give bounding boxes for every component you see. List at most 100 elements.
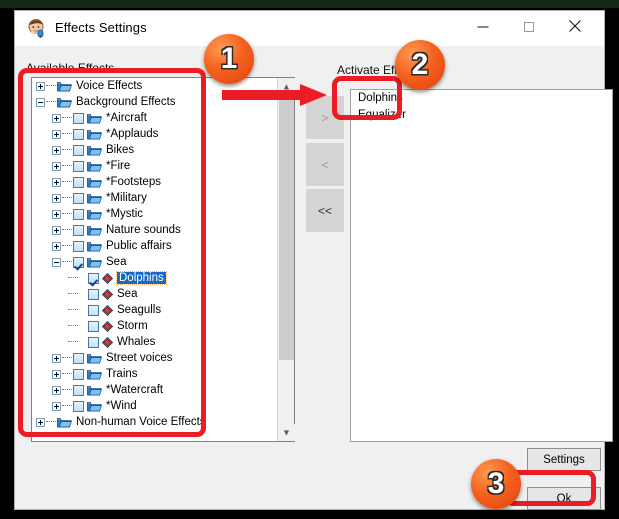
app-face-mic-icon <box>27 19 47 38</box>
collapse-icon[interactable] <box>36 97 45 107</box>
active-effects-list[interactable]: Dolphins Equalizer <box>350 89 613 442</box>
tree-node[interactable]: *Wind <box>32 398 277 414</box>
tree-node[interactable]: *Applauds <box>32 126 277 142</box>
tree-node-checkbox[interactable] <box>73 368 84 380</box>
tree-node-checkbox[interactable] <box>88 272 99 284</box>
available-effects-label: Available Effects <box>26 61 115 75</box>
tree-node-checkbox[interactable] <box>88 288 99 300</box>
badge-number: 1 <box>220 42 238 75</box>
folder-icon <box>87 144 102 156</box>
tree-node-checkbox[interactable] <box>73 144 84 156</box>
folder-icon <box>87 352 102 364</box>
tree-line <box>62 261 72 263</box>
tree-node-checkbox[interactable] <box>73 224 84 236</box>
tree-node[interactable]: Non-human Voice Effects <box>32 414 277 430</box>
minimize-button[interactable] <box>460 11 506 42</box>
expand-icon[interactable] <box>52 193 61 203</box>
list-item[interactable]: Dolphins <box>351 90 612 107</box>
tree-line <box>62 213 72 215</box>
tree-node[interactable]: Bikes <box>32 142 277 158</box>
expand-icon[interactable] <box>52 161 61 171</box>
expand-icon[interactable] <box>52 129 61 139</box>
expand-icon[interactable] <box>52 225 61 235</box>
close-icon <box>569 19 582 34</box>
tree-node-label: *Watercraft <box>106 384 164 396</box>
tree-node[interactable]: Dolphins <box>32 270 277 286</box>
folder-icon <box>87 400 102 412</box>
tree-node[interactable]: Sea <box>32 286 277 302</box>
tree-node-checkbox[interactable] <box>88 336 99 348</box>
tree-node-checkbox[interactable] <box>73 176 84 188</box>
available-effects-tree[interactable]: Voice Effects Background Effects *Aircraft… <box>31 77 295 442</box>
tree-node-checkbox[interactable] <box>73 128 84 140</box>
expand-icon[interactable] <box>36 417 45 427</box>
tree-node[interactable]: *Mystic <box>32 206 277 222</box>
tree-node[interactable]: *Aircraft <box>32 110 277 126</box>
folder-icon <box>87 368 102 380</box>
tree-node-label: Nature sounds <box>106 224 181 236</box>
tree-node-label: Seagulls <box>117 304 162 316</box>
tree-line <box>62 229 72 231</box>
maximize-button[interactable] <box>506 11 552 42</box>
tree-node-checkbox[interactable] <box>73 352 84 364</box>
tree-node-label: Trains <box>106 368 138 380</box>
tree-line <box>62 357 72 359</box>
folder-icon <box>87 384 102 396</box>
folder-icon <box>87 160 102 172</box>
tree-line <box>68 325 78 327</box>
folder-icon <box>87 224 102 236</box>
tree-node[interactable]: Seagulls <box>32 302 277 318</box>
tree-node[interactable]: Public affairs <box>32 238 277 254</box>
expand-icon[interactable] <box>52 113 61 123</box>
scrollbar-thumb[interactable] <box>279 97 294 360</box>
collapse-icon[interactable] <box>52 257 61 267</box>
expand-icon[interactable] <box>52 401 61 411</box>
expand-icon[interactable] <box>52 177 61 187</box>
tree-scrollbar[interactable]: ▲ ▼ <box>277 78 295 441</box>
diamond-icon <box>101 272 114 284</box>
tree-node[interactable]: *Footsteps <box>32 174 277 190</box>
tree-node-checkbox[interactable] <box>73 112 84 124</box>
tree-node[interactable]: *Watercraft <box>32 382 277 398</box>
tree-node-checkbox[interactable] <box>73 400 84 412</box>
expand-icon[interactable] <box>52 145 61 155</box>
tree-node[interactable]: Street voices <box>32 350 277 366</box>
expand-icon[interactable] <box>36 81 45 91</box>
tree-node-checkbox[interactable] <box>88 320 99 332</box>
tree-node-checkbox[interactable] <box>73 256 84 268</box>
tree-node[interactable]: Sea <box>32 254 277 270</box>
ok-button[interactable]: Ok <box>527 487 601 510</box>
tree-node-checkbox[interactable] <box>73 240 84 252</box>
expand-icon[interactable] <box>52 353 61 363</box>
remove-effect-button[interactable]: < <box>306 143 344 186</box>
tree-node-label: Public affairs <box>106 240 172 252</box>
tree-node-checkbox[interactable] <box>73 208 84 220</box>
tree-node-container[interactable]: Voice Effects Background Effects *Aircraft… <box>32 78 277 441</box>
settings-button[interactable]: Settings <box>527 448 601 471</box>
tree-node-checkbox[interactable] <box>73 160 84 172</box>
tree-node[interactable]: Storm <box>32 318 277 334</box>
tree-node-checkbox[interactable] <box>73 384 84 396</box>
tree-node[interactable]: Nature sounds <box>32 222 277 238</box>
tree-node-checkbox[interactable] <box>88 304 99 316</box>
tree-line <box>68 309 78 311</box>
expand-icon[interactable] <box>52 385 61 395</box>
tree-node[interactable]: *Military <box>32 190 277 206</box>
folder-icon <box>87 208 102 220</box>
expand-icon[interactable] <box>52 369 61 379</box>
tree-node-label: Sea <box>117 288 138 300</box>
expand-icon[interactable] <box>52 209 61 219</box>
scroll-down-icon[interactable]: ▼ <box>278 424 295 441</box>
diamond-icon <box>101 320 114 332</box>
diamond-icon <box>101 304 114 316</box>
list-item[interactable]: Equalizer <box>351 107 612 124</box>
tree-node-label: Whales <box>117 336 156 348</box>
close-button[interactable] <box>552 11 598 42</box>
tree-node[interactable]: Trains <box>32 366 277 382</box>
tree-node[interactable]: Whales <box>32 334 277 350</box>
tree-node-label: *Wind <box>106 400 137 412</box>
expand-icon[interactable] <box>52 241 61 251</box>
tree-node-checkbox[interactable] <box>73 192 84 204</box>
tree-node[interactable]: *Fire <box>32 158 277 174</box>
remove-all-effects-button[interactable]: << <box>306 189 344 232</box>
